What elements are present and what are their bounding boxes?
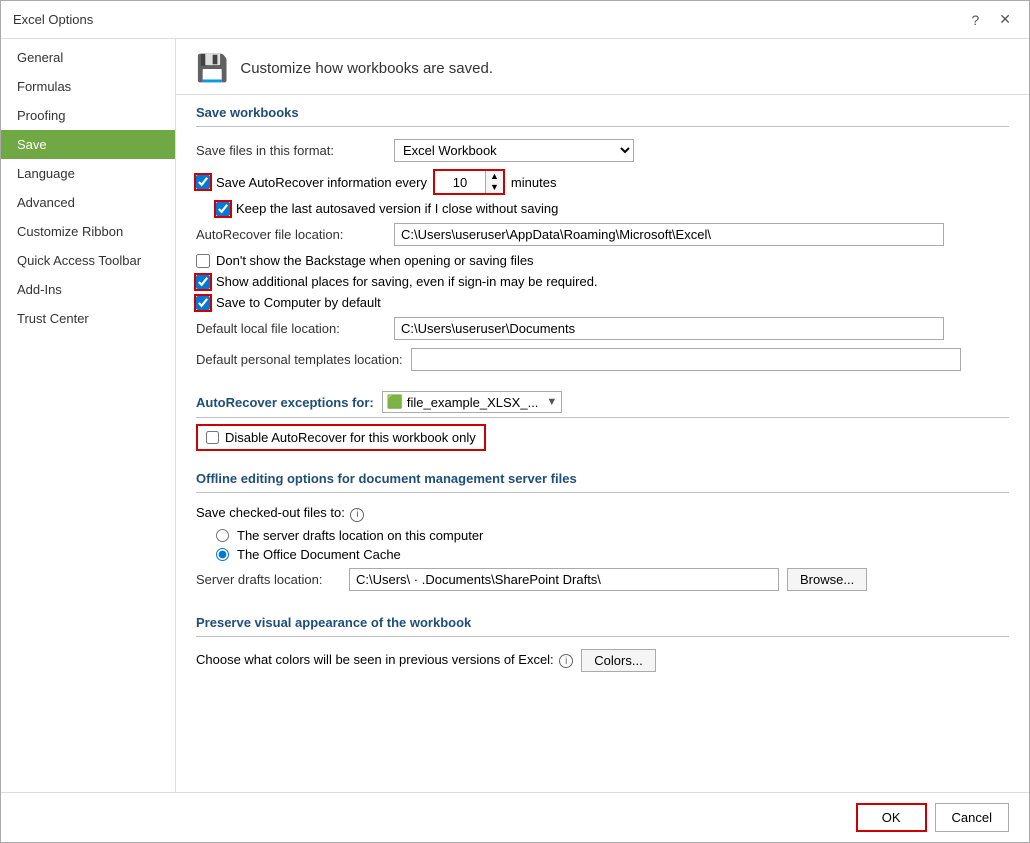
colors-button[interactable]: Colors... <box>581 649 655 672</box>
autorecover-file-select[interactable]: 🟩 file_example_XLSX_... ▼ <box>382 391 563 413</box>
autorecover-location-input[interactable]: C:\Users\useruser\AppData\Roaming\Micros… <box>394 223 944 246</box>
keep-last-row: Keep the last autosaved version if I clo… <box>196 198 1009 219</box>
close-button[interactable]: ✕ <box>993 9 1017 30</box>
preserve-visual-section: Preserve visual appearance of the workbo… <box>196 605 1009 676</box>
save-icon: 💾 <box>196 53 228 84</box>
server-drafts-location-row: Server drafts location: C:\Users\ · .Doc… <box>196 564 1009 595</box>
file-select-label: file_example_XLSX_... <box>407 395 539 410</box>
colors-info-icon: i <box>559 654 573 668</box>
sidebar-item-formulas[interactable]: Formulas <box>1 72 175 101</box>
save-computer-checkbox[interactable] <box>196 296 210 310</box>
format-label: Save files in this format: <box>196 143 386 158</box>
offline-editing-title: Offline editing options for document man… <box>196 461 1009 493</box>
format-row: Save files in this format: Excel Workboo… <box>196 135 1009 166</box>
server-drafts-radio-label: The server drafts location on this compu… <box>237 528 483 543</box>
server-drafts-radio[interactable] <box>216 529 229 542</box>
sidebar-item-general[interactable]: General <box>1 43 175 72</box>
default-local-input[interactable]: C:\Users\useruser\Documents <box>394 317 944 340</box>
show-places-label: Show additional places for saving, even … <box>216 274 598 289</box>
save-checked-label: Save checked-out files to: i <box>196 505 364 522</box>
dont-show-checkbox[interactable] <box>196 254 210 268</box>
spinbox-controls: ▲ ▼ <box>485 171 503 193</box>
preserve-visual-title: Preserve visual appearance of the workbo… <box>196 605 1009 637</box>
server-drafts-location-label: Server drafts location: <box>196 572 341 587</box>
autorecover-exceptions-section: AutoRecover exceptions for: 🟩 file_examp… <box>196 385 1009 451</box>
excel-options-dialog: Excel Options ? ✕ General Formulas Proof… <box>0 0 1030 843</box>
colors-label: Choose what colors will be seen in previ… <box>196 652 573 669</box>
office-cache-radio-row: The Office Document Cache <box>196 545 1009 564</box>
offline-editing-section: Offline editing options for document man… <box>196 461 1009 595</box>
disable-autorecover-label: Disable AutoRecover for this workbook on… <box>225 430 476 445</box>
disable-autorecover-row: Disable AutoRecover for this workbook on… <box>196 424 486 451</box>
autorecover-value-input[interactable] <box>435 173 485 192</box>
header-area: 💾 Customize how workbooks are saved. <box>176 39 1029 95</box>
spinbox-up-button[interactable]: ▲ <box>486 171 503 182</box>
autorecover-unit: minutes <box>511 175 557 190</box>
content-area: Save workbooks Save files in this format… <box>176 95 1029 676</box>
default-local-label: Default local file location: <box>196 321 386 336</box>
sidebar-item-save[interactable]: Save <box>1 130 175 159</box>
server-drafts-input[interactable]: C:\Users\ · .Documents\SharePoint Drafts… <box>349 568 779 591</box>
keep-last-checkbox[interactable] <box>216 202 230 216</box>
ok-button[interactable]: OK <box>856 803 927 832</box>
cancel-button[interactable]: Cancel <box>935 803 1009 832</box>
save-workbooks-title: Save workbooks <box>196 95 1009 127</box>
title-controls: ? ✕ <box>965 9 1017 30</box>
title-bar: Excel Options ? ✕ <box>1 1 1029 39</box>
browse-button[interactable]: Browse... <box>787 568 867 591</box>
keep-last-label: Keep the last autosaved version if I clo… <box>236 201 558 216</box>
sidebar: General Formulas Proofing Save Language … <box>1 39 176 792</box>
sidebar-item-trust-center[interactable]: Trust Center <box>1 304 175 333</box>
default-templates-row: Default personal templates location: <box>196 344 1009 375</box>
save-computer-label: Save to Computer by default <box>216 295 381 310</box>
sidebar-item-add-ins[interactable]: Add-Ins <box>1 275 175 304</box>
sidebar-item-advanced[interactable]: Advanced <box>1 188 175 217</box>
autorecover-row: Save AutoRecover information every ▲ ▼ m… <box>196 166 1009 198</box>
sidebar-item-proofing[interactable]: Proofing <box>1 101 175 130</box>
sidebar-item-customize-ribbon[interactable]: Customize Ribbon <box>1 217 175 246</box>
autorecover-location-row: AutoRecover file location: C:\Users\user… <box>196 219 1009 250</box>
excel-icon: 🟩 <box>387 394 403 410</box>
default-templates-label: Default personal templates location: <box>196 352 403 367</box>
file-select-arrow-icon: ▼ <box>546 396 557 408</box>
dialog-title: Excel Options <box>13 12 93 27</box>
disable-autorecover-checkbox[interactable] <box>206 431 219 444</box>
default-local-row: Default local file location: C:\Users\us… <box>196 313 1009 344</box>
autorecover-spinbox[interactable]: ▲ ▼ <box>433 169 505 195</box>
dialog-body: General Formulas Proofing Save Language … <box>1 39 1029 792</box>
server-drafts-radio-row: The server drafts location on this compu… <box>196 526 1009 545</box>
spinbox-down-button[interactable]: ▼ <box>486 182 503 193</box>
help-button[interactable]: ? <box>965 10 985 30</box>
main-content: 💾 Customize how workbooks are saved. Sav… <box>176 39 1029 792</box>
dont-show-row: Don't show the Backstage when opening or… <box>196 250 1009 271</box>
autorecover-location-label: AutoRecover file location: <box>196 227 386 242</box>
footer: OK Cancel <box>1 792 1029 842</box>
save-checked-row: Save checked-out files to: i <box>196 501 1009 526</box>
dont-show-label: Don't show the Backstage when opening or… <box>216 253 534 268</box>
show-places-row: Show additional places for saving, even … <box>196 271 1009 292</box>
show-places-checkbox[interactable] <box>196 275 210 289</box>
sidebar-item-language[interactable]: Language <box>1 159 175 188</box>
autorecover-exceptions-title: AutoRecover exceptions for: <box>196 395 374 410</box>
format-select[interactable]: Excel Workbook Excel 97-2003 Workbook Op… <box>394 139 634 162</box>
colors-row: Choose what colors will be seen in previ… <box>196 645 1009 676</box>
header-text: Customize how workbooks are saved. <box>240 60 493 77</box>
autorecover-checkbox[interactable] <box>196 175 210 189</box>
autorecover-label: Save AutoRecover information every <box>216 175 427 190</box>
save-checked-info-icon: i <box>350 508 364 522</box>
sidebar-item-quick-access[interactable]: Quick Access Toolbar <box>1 246 175 275</box>
save-workbooks-section: Save workbooks Save files in this format… <box>196 95 1009 375</box>
save-computer-row: Save to Computer by default <box>196 292 1009 313</box>
office-cache-radio[interactable] <box>216 548 229 561</box>
office-cache-radio-label: The Office Document Cache <box>237 547 401 562</box>
default-templates-input[interactable] <box>411 348 961 371</box>
